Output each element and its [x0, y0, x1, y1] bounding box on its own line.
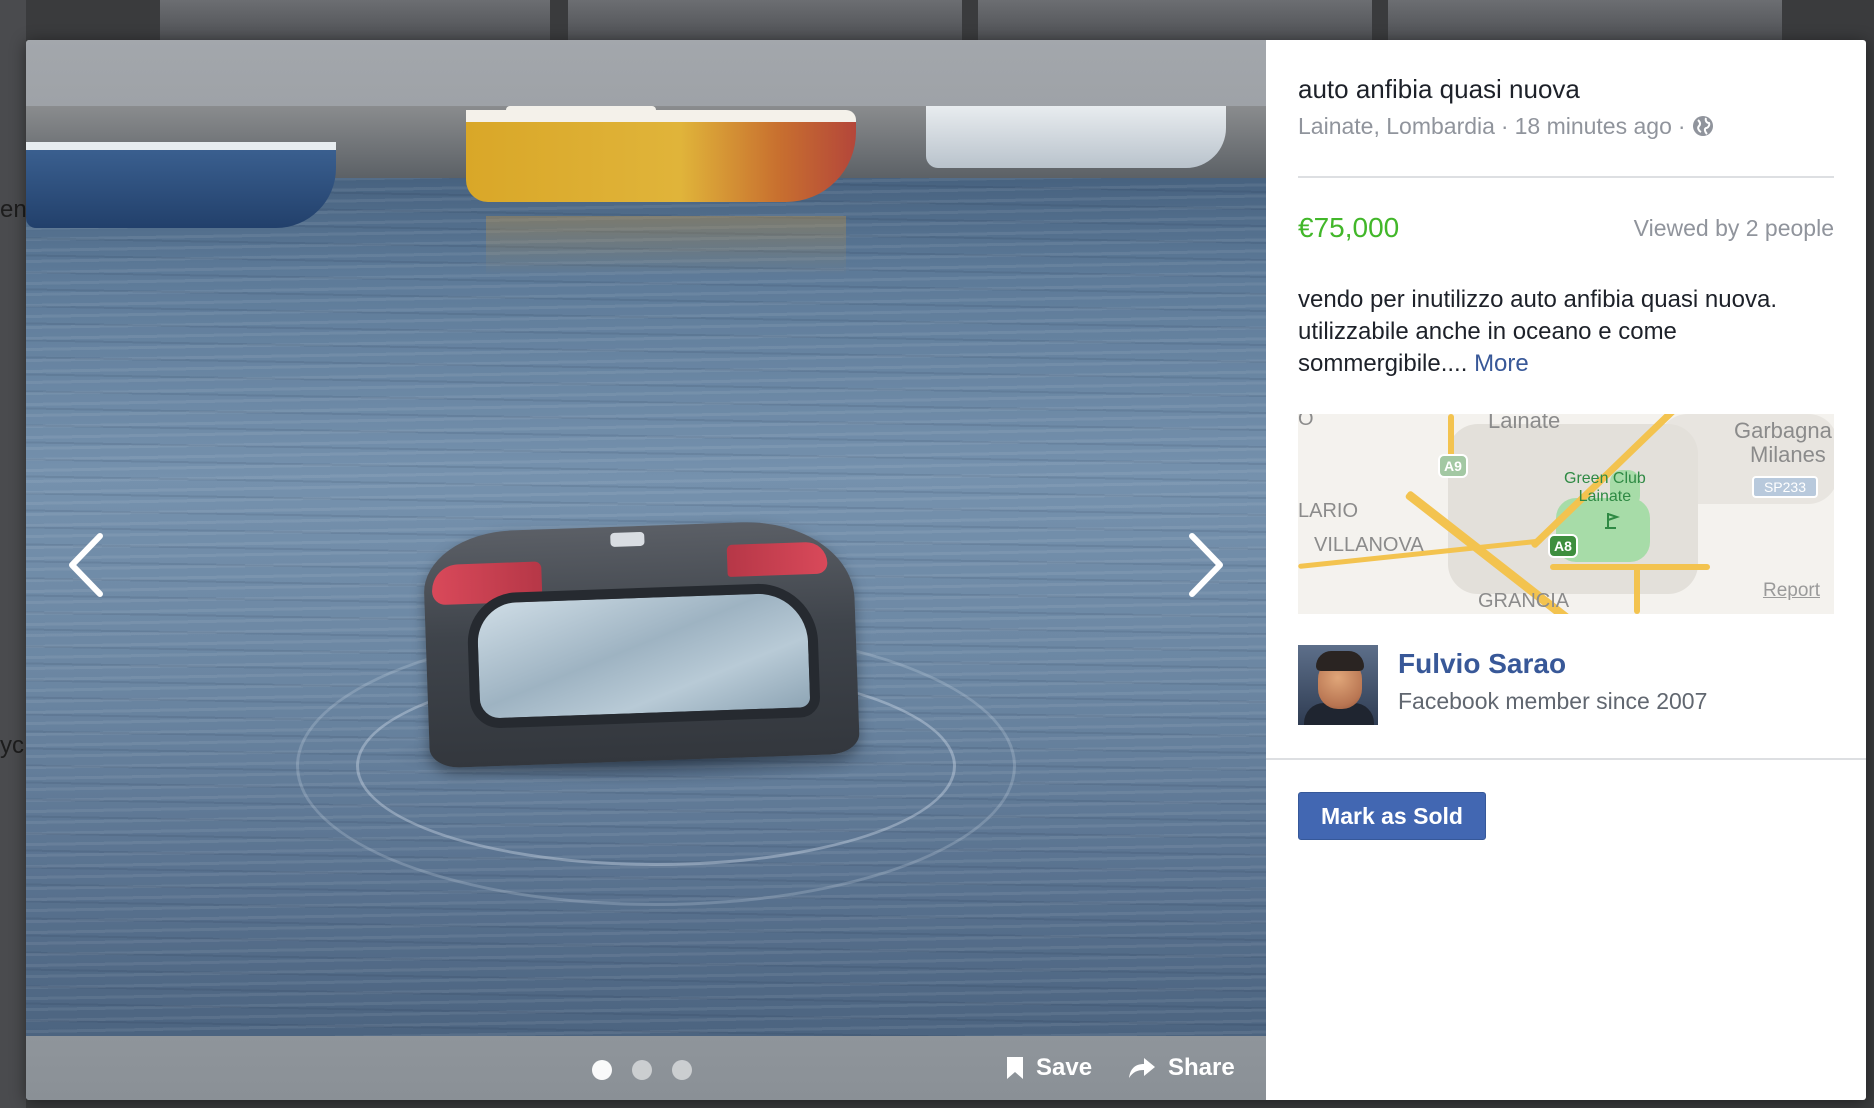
map-road-shield: SP233 [1752, 476, 1818, 498]
see-more-link[interactable]: More [1474, 350, 1529, 377]
location-map[interactable]: O Lainate Garbagna Milanes LARIO VILLANO… [1298, 414, 1834, 614]
car-badge [610, 531, 645, 548]
divider [1266, 758, 1866, 760]
map-label: Garbagna [1734, 418, 1832, 443]
listing-description: vendo per inutilizzo auto anfibia quasi … [1298, 284, 1834, 380]
car-tail-light [726, 541, 828, 577]
background-text: yc [0, 732, 24, 759]
globe-icon [1692, 116, 1713, 136]
map-label: VILLANOVA [1314, 534, 1424, 556]
map-poi-label: Green Club Lainate [1564, 470, 1646, 506]
seller-name-link[interactable]: Fulvio Sarao [1398, 647, 1707, 681]
photo-boat [26, 142, 336, 228]
golf-flag-icon [1605, 513, 1620, 529]
chevron-left-icon [69, 533, 103, 597]
previous-photo-button[interactable] [56, 520, 116, 610]
listing-time[interactable]: 18 minutes ago [1515, 110, 1672, 142]
listing-modal: Save Share auto anfibia quasi nuova Lain… [26, 40, 1866, 1100]
listing-meta: Lainate, Lombardia · 18 minutes ago · [1298, 110, 1834, 142]
share-label: Share [1168, 1054, 1235, 1081]
background-thumbnail [568, 0, 962, 40]
listing-price: €75,000 [1298, 212, 1400, 243]
divider [1298, 176, 1834, 178]
seller-text: Fulvio Sarao Facebook member since 2007 [1398, 645, 1707, 717]
photo-boat [926, 106, 1226, 168]
map-road [1634, 564, 1640, 614]
photo-dot-3[interactable] [672, 1060, 692, 1080]
map-report-link[interactable]: Report [1763, 580, 1820, 602]
share-button[interactable]: Share [1128, 1048, 1235, 1088]
background-thumbnail [160, 0, 550, 40]
share-arrow-icon [1129, 1058, 1155, 1078]
map-label: LARIO [1298, 500, 1359, 522]
map-poi-line: Green Club [1564, 470, 1646, 487]
photo-pagination [592, 1060, 692, 1080]
seller-member-since: Facebook member since 2007 [1398, 688, 1708, 714]
photo-viewer: Save Share [26, 40, 1266, 1100]
listing-details-panel: auto anfibia quasi nuova Lainate, Lombar… [1266, 40, 1866, 1100]
photo-dot-1[interactable] [592, 1060, 612, 1080]
map-label: Milanes [1750, 442, 1826, 467]
background-thumbnail [1388, 0, 1782, 40]
photo-boat [466, 110, 856, 202]
meta-separator: · [1500, 113, 1509, 139]
background-text: en [0, 196, 27, 223]
car-rear-window [466, 581, 821, 729]
avatar[interactable] [1298, 645, 1378, 725]
submerged-car [422, 518, 860, 769]
map-poi-line: Lainate [1578, 488, 1632, 505]
listing-photo[interactable] [26, 106, 1266, 1036]
description-text: vendo per inutilizzo auto anfibia quasi … [1298, 286, 1777, 377]
map-label: O [1298, 414, 1314, 430]
avatar-hair [1316, 651, 1364, 671]
map-label: Lainate [1488, 414, 1561, 433]
save-button[interactable]: Save [1006, 1048, 1092, 1088]
view-count: Viewed by 2 people [1633, 214, 1834, 241]
chevron-right-icon [1189, 533, 1223, 597]
background-thumbnail [978, 0, 1372, 40]
photo-reflection [486, 216, 846, 276]
save-label: Save [1036, 1054, 1093, 1081]
photo-dot-2[interactable] [632, 1060, 652, 1080]
viewer-top-bar [26, 40, 1266, 106]
mark-as-sold-button[interactable]: Mark as Sold [1298, 792, 1486, 840]
viewer-bottom-bar: Save Share [26, 1036, 1266, 1100]
bookmark-icon [1007, 1057, 1023, 1079]
map-road [1550, 564, 1710, 570]
map-highway-shield: A8 [1548, 534, 1578, 558]
listing-location[interactable]: Lainate, Lombardia [1298, 110, 1495, 142]
meta-separator: · [1677, 113, 1686, 139]
map-highway-shield: A9 [1438, 454, 1468, 478]
next-photo-button[interactable] [1176, 520, 1236, 610]
seller-info: Fulvio Sarao Facebook member since 2007 [1298, 645, 1834, 725]
price-row: €75,000 Viewed by 2 people [1298, 212, 1834, 244]
map-label: GRANCIA [1478, 590, 1570, 612]
background-page-edge [0, 0, 26, 1108]
listing-title: auto anfibia quasi nuova [1298, 74, 1580, 104]
